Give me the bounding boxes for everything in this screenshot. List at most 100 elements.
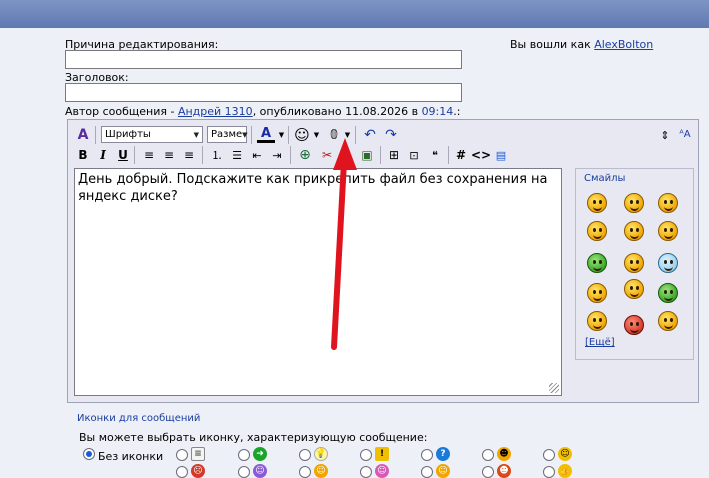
ordered-list-icon[interactable]: ⒈ xyxy=(208,146,226,164)
no-icon-label: Без иконки xyxy=(98,450,164,463)
cool-smiley-icon: ☻ xyxy=(497,447,511,461)
warning-icon: ! xyxy=(375,447,389,461)
smiley-icon[interactable] xyxy=(587,221,607,241)
hash-icon[interactable]: # xyxy=(452,146,470,164)
icon-radio[interactable] xyxy=(360,466,372,478)
reason-input[interactable] xyxy=(65,50,462,69)
smiley-dropdown[interactable]: ▼ xyxy=(312,126,321,144)
icons-hint: Вы можете выбрать иконку, характеризующу… xyxy=(79,431,428,444)
unlink-icon[interactable]: ✂ xyxy=(318,146,336,164)
image-icon[interactable]: ▣ xyxy=(358,146,376,164)
smile-icon: ☺ xyxy=(558,447,572,461)
align-right-icon[interactable]: ≡ xyxy=(180,146,198,164)
code-icon[interactable]: <> xyxy=(471,146,491,164)
align-left-icon[interactable]: ≡ xyxy=(140,146,158,164)
toggle-mode-icon[interactable]: A xyxy=(74,126,92,144)
header-bar xyxy=(0,0,709,28)
icon-radio[interactable] xyxy=(238,449,250,461)
indent-icon[interactable]: ⇥ xyxy=(268,146,286,164)
message-text: День добрый. Подскажите как прикрепить ф… xyxy=(78,172,548,204)
smiley-icon[interactable] xyxy=(658,283,678,303)
smiley-icon[interactable] xyxy=(658,221,678,241)
smiley-icon[interactable] xyxy=(624,279,644,299)
question-icon: ? xyxy=(436,447,450,461)
font-color-icon[interactable]: A xyxy=(255,126,277,144)
smiley-icon: ☺ xyxy=(314,464,328,478)
insert-icon[interactable]: ⊞ xyxy=(385,146,403,164)
icon-radio[interactable] xyxy=(543,466,555,478)
smiley-icon[interactable] xyxy=(624,221,644,241)
spoiler-icon[interactable]: ▤ xyxy=(492,146,510,164)
icon-radio[interactable] xyxy=(543,449,555,461)
smiley-icon[interactable] xyxy=(658,311,678,331)
icon-radio[interactable] xyxy=(421,466,433,478)
published-time: 09:14 xyxy=(421,105,454,118)
no-icon-radio[interactable] xyxy=(83,448,95,460)
pink-smiley-icon: ☺ xyxy=(375,464,389,478)
insert-image-icon[interactable]: ⊡ xyxy=(405,146,423,164)
toolbar-divider xyxy=(95,126,96,144)
logged-in-text: Вы вошли как AlexBolton xyxy=(510,38,653,51)
resize-grip-icon[interactable] xyxy=(549,383,559,393)
smiley-icon[interactable] xyxy=(658,253,678,273)
icon-radio[interactable] xyxy=(176,449,188,461)
size-select[interactable]: Разме ▼ xyxy=(207,126,248,143)
unordered-list-icon[interactable]: ☰ xyxy=(228,146,246,164)
icon-radio[interactable] xyxy=(299,466,311,478)
icon-radio[interactable] xyxy=(238,466,250,478)
icons-section-title: Иконки для сообщений xyxy=(77,413,201,424)
toolbar-divider xyxy=(134,146,135,164)
redo-icon[interactable]: ↷ xyxy=(382,126,400,144)
purple-smiley-icon: ☺ xyxy=(253,464,267,478)
smiley-icon[interactable]: ☺ xyxy=(293,126,311,144)
toolbar-divider xyxy=(448,146,449,164)
toolbar-divider xyxy=(290,146,291,164)
icon-radio[interactable] xyxy=(360,449,372,461)
outdent-icon[interactable]: ⇤ xyxy=(248,146,266,164)
author-link[interactable]: Андрей 1310 xyxy=(178,105,253,118)
message-editor: A Шрифты ▼ Разме ▼ A ▼ ☺ ▼ 𝟘 ▼ ↶ ↷ ⇕ ᴬA B … xyxy=(67,119,699,403)
email-icon[interactable]: ✉ xyxy=(336,146,354,164)
align-center-icon[interactable]: ≡ xyxy=(160,146,178,164)
italic-icon[interactable]: I xyxy=(94,146,112,164)
quote-icon[interactable]: ❝ xyxy=(426,146,444,164)
icon-radio[interactable] xyxy=(176,466,188,478)
angry-icon: ☹ xyxy=(191,464,205,478)
smiley-icon[interactable] xyxy=(587,311,607,331)
underline-icon[interactable]: U xyxy=(114,146,132,164)
attachment-icon[interactable]: 𝟘 xyxy=(325,126,343,144)
icon-radio[interactable] xyxy=(421,449,433,461)
smiley-icon: ☺ xyxy=(436,464,450,478)
lightbulb-icon: 💡 xyxy=(314,447,328,461)
font-color-dropdown[interactable]: ▼ xyxy=(277,126,286,144)
resize-icon[interactable]: ⇕ xyxy=(656,126,674,144)
smiley-icon[interactable] xyxy=(624,315,644,335)
toolbar-divider xyxy=(355,126,356,144)
attachment-dropdown[interactable]: ▼ xyxy=(343,126,352,144)
published-suffix: .: xyxy=(453,105,461,118)
icon-radio[interactable] xyxy=(482,466,494,478)
smiley-icon[interactable] xyxy=(624,253,644,273)
smiley-icon[interactable] xyxy=(587,193,607,213)
author-prefix: Автор сообщения - xyxy=(65,105,175,118)
font-select[interactable]: Шрифты ▼ xyxy=(101,126,203,143)
username-link[interactable]: AlexBolton xyxy=(594,38,653,51)
spellcheck-icon[interactable]: ᴬA xyxy=(676,126,694,144)
more-smileys-link[interactable]: [Ещё] xyxy=(585,337,615,348)
smiley-icon[interactable] xyxy=(587,283,607,303)
toolbar-divider xyxy=(202,146,203,164)
size-select-value: Разме xyxy=(211,129,243,140)
smiley-icon[interactable] xyxy=(587,253,607,273)
bold-icon[interactable]: B xyxy=(74,146,92,164)
smileys-title: Смайлы xyxy=(584,173,626,184)
title-input[interactable] xyxy=(65,83,462,102)
undo-icon[interactable]: ↶ xyxy=(361,126,379,144)
link-icon[interactable]: ⊕ xyxy=(296,146,314,164)
icon-radio[interactable] xyxy=(482,449,494,461)
message-textarea[interactable]: День добрый. Подскажите как прикрепить ф… xyxy=(74,168,562,396)
icon-radio[interactable] xyxy=(299,449,311,461)
smiley-icon[interactable] xyxy=(658,193,678,213)
smiley-icon[interactable] xyxy=(624,193,644,213)
author-line: Автор сообщения - Андрей 1310, опубликов… xyxy=(65,105,460,118)
published-text: , опубликовано 11.08.2026 в xyxy=(252,105,419,118)
